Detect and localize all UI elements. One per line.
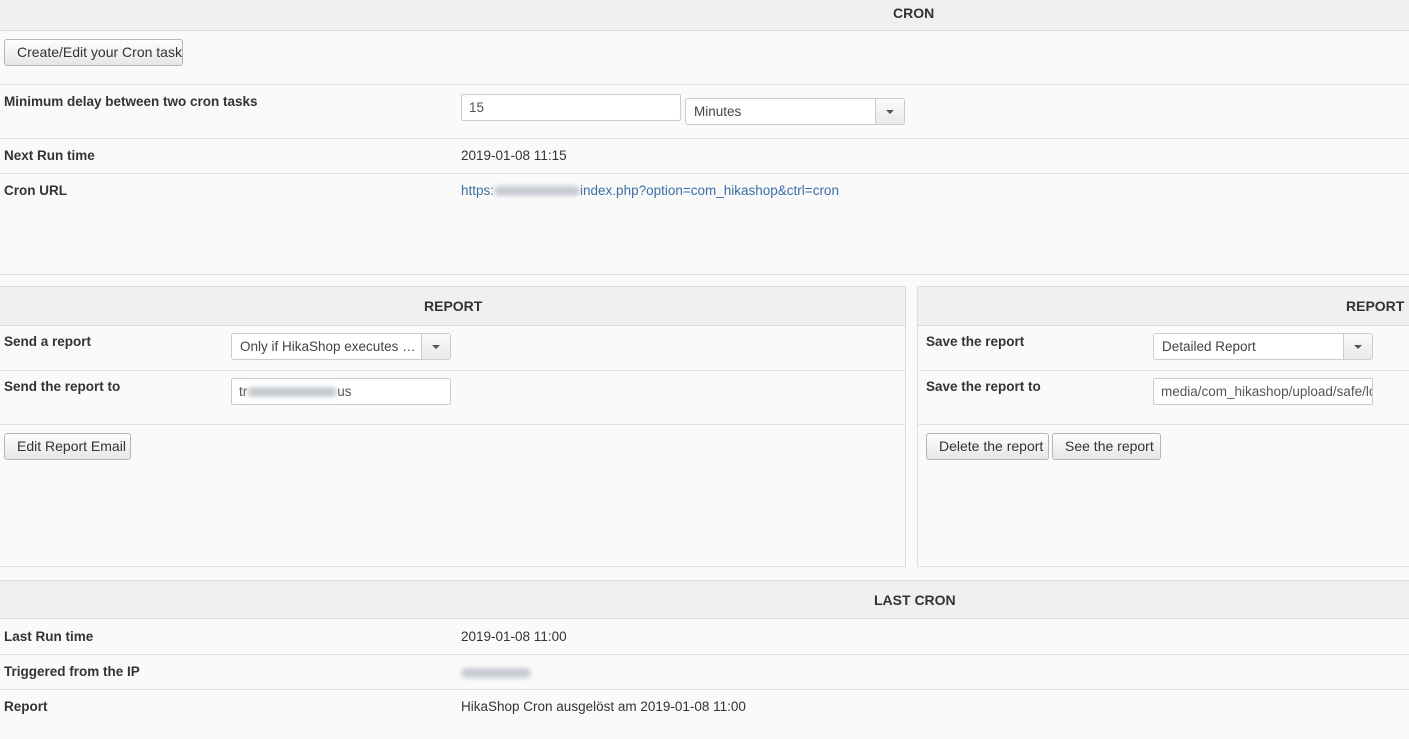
report-value: HikaShop Cron ausgelöst am 2019-01-08 11… (461, 699, 746, 714)
create-edit-cron-button[interactable]: Create/Edit your Cron task (4, 39, 183, 66)
see-report-button[interactable]: See the report (1052, 433, 1161, 460)
triggered-ip-label: Triggered from the IP (4, 664, 140, 679)
cron-url-suffix: index.php?option=com_hikashop&ctrl=cron (580, 183, 839, 198)
last-cron-panel: LAST CRON Last Run time 2019-01-08 11:00… (0, 580, 1409, 739)
chevron-down-icon (1343, 334, 1372, 359)
divider (0, 654, 1409, 655)
cron-url-link[interactable]: https: index.php?option=com_hikashop&ctrl… (461, 183, 839, 198)
divider (0, 138, 1409, 139)
report-send-header: REPORT (0, 287, 905, 326)
divider (918, 424, 1409, 425)
last-cron-header: LAST CRON (0, 581, 1409, 619)
next-run-value: 2019-01-08 11:15 (461, 148, 567, 163)
save-report-to-input[interactable]: media/com_hikashop/upload/safe/lo (1153, 378, 1373, 405)
last-run-label: Last Run time (4, 629, 94, 644)
min-delay-unit-select[interactable]: Minutes (685, 98, 905, 125)
email-prefix: tr (239, 384, 248, 399)
min-delay-input[interactable]: 15 (461, 94, 681, 121)
chevron-down-icon (421, 334, 450, 359)
last-cron-title: LAST CRON (874, 592, 956, 608)
save-report-select[interactable]: Detailed Report (1153, 333, 1373, 360)
min-delay-label: Minimum delay between two cron tasks (4, 94, 258, 109)
divider (0, 173, 1409, 174)
send-report-select[interactable]: Only if HikaShop executes an... (231, 333, 451, 360)
report-save-header: REPORT (918, 287, 1409, 326)
save-report-value: Detailed Report (1162, 339, 1256, 354)
last-run-value: 2019-01-08 11:00 (461, 629, 567, 644)
save-report-label: Save the report (926, 334, 1025, 349)
report-label: Report (4, 699, 48, 714)
redacted-email (247, 387, 338, 398)
triggered-ip-value (461, 665, 531, 680)
email-suffix: us (337, 384, 352, 399)
edit-report-email-button[interactable]: Edit Report Email (4, 433, 131, 460)
report-save-panel: REPORT Save the report Detailed Report S… (917, 286, 1409, 567)
send-report-to-label: Send the report to (4, 379, 121, 394)
divider (0, 424, 905, 425)
redacted-ip (461, 668, 531, 679)
cron-panel-header: CRON (0, 0, 1409, 31)
cron-panel: CRON Create/Edit your Cron task Minimum … (0, 0, 1409, 275)
send-report-value: Only if HikaShop executes an... (240, 339, 416, 354)
send-report-label: Send a report (4, 334, 92, 349)
report-send-title: REPORT (424, 298, 483, 314)
save-report-to-label: Save the report to (926, 379, 1041, 394)
cron-url-label: Cron URL (4, 183, 67, 198)
delete-report-button[interactable]: Delete the report (926, 433, 1049, 460)
divider (0, 370, 905, 371)
next-run-label: Next Run time (4, 148, 95, 163)
cron-url-prefix: https: (461, 183, 495, 198)
divider (918, 370, 1409, 371)
divider (0, 689, 1409, 690)
chevron-down-icon (875, 99, 904, 124)
report-save-title: REPORT (1346, 298, 1405, 314)
redacted-domain (494, 186, 581, 197)
cron-panel-title: CRON (893, 5, 935, 21)
min-delay-unit-value: Minutes (694, 104, 742, 119)
divider (0, 84, 1409, 85)
send-report-to-input[interactable]: tr us (231, 378, 451, 405)
report-send-panel: REPORT Send a report Only if HikaShop ex… (0, 286, 906, 567)
